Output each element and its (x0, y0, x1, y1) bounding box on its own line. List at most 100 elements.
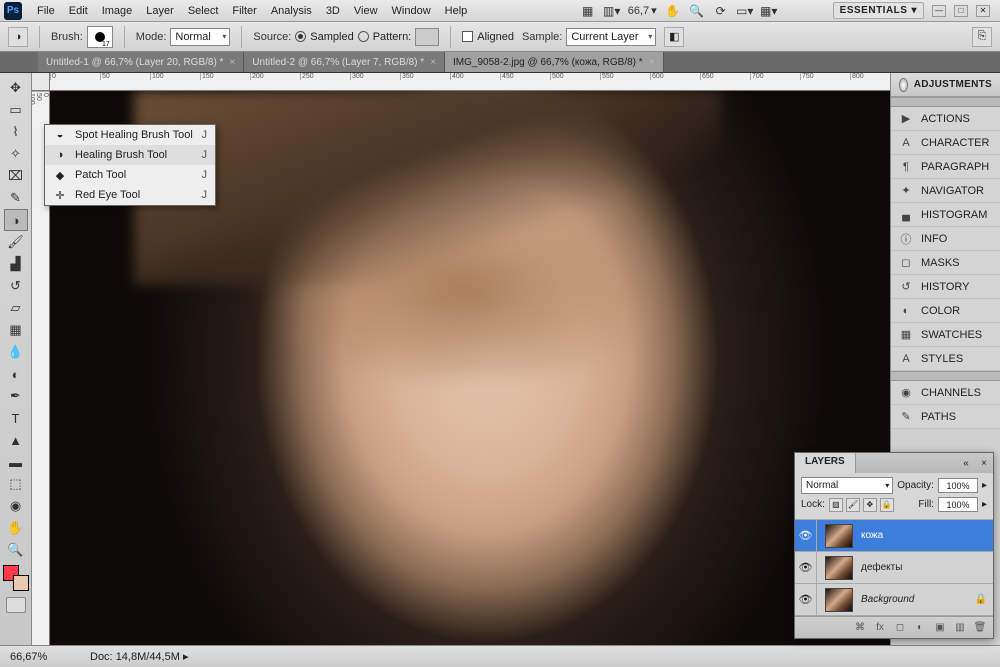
crop-tool[interactable]: ⌧ (4, 165, 28, 187)
eyedropper-tool[interactable]: ✎ (4, 187, 28, 209)
new-layer-icon[interactable]: ▥ (953, 621, 967, 635)
lock-position-icon[interactable]: ✥ (863, 498, 877, 512)
lock-all-icon[interactable]: 🔒 (880, 498, 894, 512)
layer-fx-icon[interactable]: fx (873, 621, 887, 635)
3d-tool[interactable]: ⬚ (4, 473, 28, 495)
minimize-button[interactable]: — (932, 5, 946, 17)
layer-blend-mode-select[interactable]: Normal (801, 477, 893, 494)
lock-pixels-icon[interactable]: 🖌 (846, 498, 860, 512)
pen-tool[interactable]: ✒ (4, 385, 28, 407)
sample-select[interactable]: Current Layer (566, 28, 656, 46)
brush-tool[interactable]: 🖌 (4, 231, 28, 253)
panel-item-channels[interactable]: ◉CHANNELS (891, 381, 1000, 405)
menu-view[interactable]: View (347, 3, 385, 19)
maximize-button[interactable]: □ (954, 5, 968, 17)
brush-preset-picker[interactable]: 17 (87, 26, 113, 48)
screen-mode-icon[interactable]: ▭▾ (737, 3, 753, 19)
visibility-toggle[interactable]: 👁 (795, 584, 817, 615)
panel-item-history[interactable]: ↺HISTORY (891, 275, 1000, 299)
ruler-horizontal[interactable]: 0501001502002503003504004505005506006507… (50, 73, 890, 91)
adjustments-panel-header[interactable]: ADJUSTMENTS (891, 73, 1000, 97)
clone-source-icon[interactable]: ⎘ (972, 27, 992, 47)
layer-row[interactable]: 👁 кожа (795, 520, 993, 552)
close-icon[interactable]: × (229, 57, 235, 68)
panel-close-icon[interactable]: × (975, 453, 993, 473)
source-sampled-radio[interactable] (295, 31, 306, 42)
layers-tab[interactable]: LAYERS (795, 453, 856, 473)
bridge-icon[interactable]: ▦ (580, 3, 596, 19)
doc-tab[interactable]: Untitled-1 @ 66,7% (Layer 20, RGB/8) *× (38, 52, 244, 72)
lasso-tool[interactable]: ⌇ (4, 121, 28, 143)
move-tool[interactable]: ✥ (4, 77, 28, 99)
opacity-slider-icon[interactable]: ▸ (982, 480, 987, 491)
current-tool-icon[interactable]: ◑ (8, 27, 28, 47)
menu-filter[interactable]: Filter (225, 3, 263, 19)
panel-item-actions[interactable]: ▶ACTIONS (891, 107, 1000, 131)
link-layers-icon[interactable]: ⌘ (853, 621, 867, 635)
layer-row[interactable]: 👁 дефекты (795, 552, 993, 584)
layer-row[interactable]: 👁Background🔒 (795, 584, 993, 616)
menu-layer[interactable]: Layer (139, 3, 181, 19)
extras-icon[interactable]: ▦▾ (761, 3, 777, 19)
quick-mask-toggle[interactable] (6, 597, 26, 613)
menu-file[interactable]: File (30, 3, 62, 19)
ruler-origin[interactable] (32, 73, 50, 91)
type-tool[interactable]: T (4, 407, 28, 429)
aligned-checkbox[interactable] (462, 31, 473, 42)
close-button[interactable]: ✕ (976, 5, 990, 17)
healing-brush-tool[interactable]: ◑ (4, 209, 28, 231)
menu-window[interactable]: Window (385, 3, 438, 19)
panel-item-styles[interactable]: ASTYLES (891, 347, 1000, 371)
flyout-item[interactable]: ✛Red Eye ToolJ (45, 185, 215, 205)
panel-item-color[interactable]: ◐COLOR (891, 299, 1000, 323)
flyout-item[interactable]: ◒Spot Healing Brush ToolJ (45, 125, 215, 145)
gradient-tool[interactable]: ▦ (4, 319, 28, 341)
layer-name[interactable]: кожа (857, 530, 883, 541)
menu-help[interactable]: Help (438, 3, 475, 19)
flyout-item[interactable]: ◑Healing Brush ToolJ (45, 145, 215, 165)
source-pattern-radio[interactable] (358, 31, 369, 42)
fill-input[interactable]: 100% (938, 497, 978, 512)
panel-item-character[interactable]: ACHARACTER (891, 131, 1000, 155)
blend-mode-select[interactable]: Normal (170, 28, 230, 46)
menu-analysis[interactable]: Analysis (264, 3, 319, 19)
panel-item-paragraph[interactable]: ¶PARAGRAPH (891, 155, 1000, 179)
pattern-picker[interactable] (415, 28, 439, 46)
color-swatches[interactable] (3, 565, 29, 591)
workspace-switcher[interactable]: ESSENTIALS▾ (833, 2, 924, 19)
lock-transparency-icon[interactable]: ▨ (829, 498, 843, 512)
layer-thumbnail[interactable] (825, 588, 853, 612)
hand-tool[interactable]: ✋ (4, 517, 28, 539)
3d-camera-tool[interactable]: ◉ (4, 495, 28, 517)
marquee-tool[interactable]: ▭ (4, 99, 28, 121)
doc-tab[interactable]: Untitled-2 @ 66,7% (Layer 7, RGB/8) *× (244, 52, 445, 72)
delete-layer-icon[interactable]: 🗑 (973, 621, 987, 635)
visibility-toggle[interactable]: 👁 (795, 520, 817, 551)
adjustment-layer-icon[interactable]: ◐ (913, 621, 927, 635)
menu-select[interactable]: Select (181, 3, 226, 19)
zoom-tool[interactable]: 🔍 (4, 539, 28, 561)
magic-wand-tool[interactable]: ✧ (4, 143, 28, 165)
close-icon[interactable]: × (430, 57, 436, 68)
ignore-adjustment-icon[interactable]: ◧ (664, 27, 684, 47)
layer-thumbnail[interactable] (825, 524, 853, 548)
panel-item-masks[interactable]: ◻MASKS (891, 251, 1000, 275)
dodge-tool[interactable]: ◐ (4, 363, 28, 385)
arrange-icon[interactable]: ▥▾ (604, 3, 620, 19)
layer-name[interactable]: Background (857, 594, 914, 605)
menu-image[interactable]: Image (95, 3, 140, 19)
zoom-value[interactable]: 66,67% (10, 651, 70, 663)
shape-tool[interactable]: ▬ (4, 451, 28, 473)
doc-tab[interactable]: IMG_9058-2.jpg @ 66,7% (кожа, RGB/8) *× (445, 52, 663, 72)
rotate-icon[interactable]: ⟳ (713, 3, 729, 19)
visibility-toggle[interactable]: 👁 (795, 552, 817, 583)
layer-name[interactable]: дефекты (857, 562, 902, 573)
fill-slider-icon[interactable]: ▸ (982, 499, 987, 510)
close-icon[interactable]: × (649, 57, 655, 68)
layer-mask-icon[interactable]: ◻ (893, 621, 907, 635)
panel-item-histogram[interactable]: ▄HISTOGRAM (891, 203, 1000, 227)
menu-edit[interactable]: Edit (62, 3, 95, 19)
panel-item-swatches[interactable]: ▦SWATCHES (891, 323, 1000, 347)
layer-group-icon[interactable]: ▣ (933, 621, 947, 635)
history-brush-tool[interactable]: ↺ (4, 275, 28, 297)
